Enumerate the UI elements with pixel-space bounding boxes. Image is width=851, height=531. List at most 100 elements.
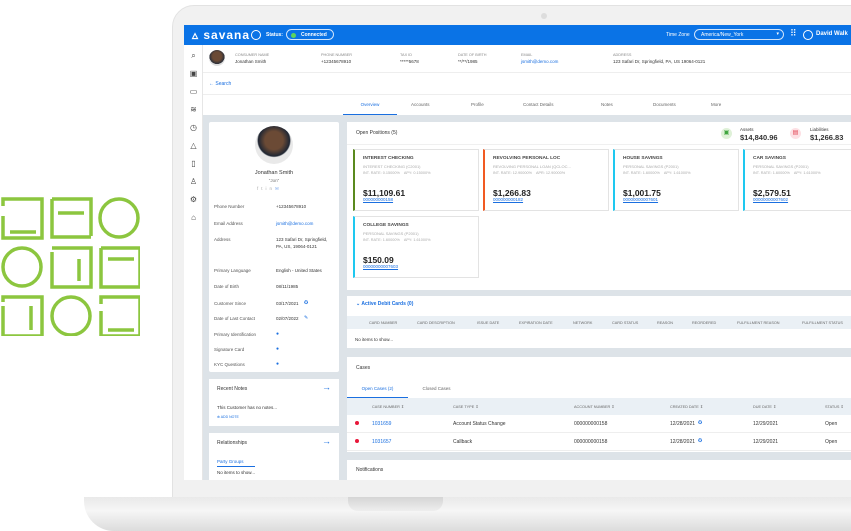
edit-icon[interactable]: ✎ — [304, 315, 308, 321]
cell[interactable]: 1031659 — [372, 421, 391, 427]
tab-contact-details[interactable]: Contact Details — [523, 102, 571, 115]
tab-open-cases[interactable]: Open Cases (2) — [347, 378, 408, 398]
column-header[interactable]: CARD NUMBER — [369, 321, 397, 325]
notes-empty-text: This Customer has no notes... — [217, 405, 278, 410]
account-number-link[interactable]: 00000000007602 — [753, 197, 788, 202]
headset-icon[interactable] — [251, 30, 261, 40]
column-header[interactable]: REASON — [657, 321, 673, 325]
column-header[interactable]: CREATED DATE ⇕ — [670, 404, 703, 409]
divider — [347, 144, 851, 145]
detail-label: Primary Language — [214, 268, 251, 273]
priority-dot-icon — [355, 421, 359, 425]
info-icon[interactable] — [803, 30, 813, 40]
column-header[interactable]: ACCOUNT NUMBER ⇕ — [574, 404, 614, 409]
open-positions-panel: Open Positions (5) ▣ Assets $14,840.96 ▤… — [347, 122, 851, 290]
email-icon[interactable]: ✉ — [275, 186, 282, 191]
view-icon[interactable]: ● — [276, 361, 279, 367]
apps-grid-icon[interactable]: ⠿ — [790, 29, 797, 38]
account-title: CAR SAVINGS — [753, 156, 786, 161]
column-header[interactable]: STATUS ⇕ — [825, 404, 844, 409]
linkedin-icon[interactable]: in — [266, 186, 276, 191]
app-screen: ▵ savana Status: Connected Time Zone Ame… — [184, 25, 851, 480]
timezone-select[interactable]: America/New_York ▾ — [694, 29, 784, 40]
column-header[interactable]: CASE TYPE ⇕ — [453, 404, 479, 409]
arrow-right-icon[interactable]: → — [322, 436, 331, 446]
recent-notes-title: Recent Notes — [217, 386, 248, 392]
detail-value[interactable]: jsmith@demo.com — [276, 221, 332, 228]
column-header[interactable]: CARD DESCRIPTION — [417, 321, 455, 325]
gear-icon[interactable]: ⚙ — [188, 195, 199, 204]
tab-party-groups[interactable]: Party Groups — [217, 459, 255, 467]
tab-closed-cases[interactable]: Closed Cases — [409, 378, 464, 398]
account-title: COLLEGE SAVINGS — [363, 223, 409, 228]
account-number-link[interactable]: 00000000007601 — [623, 197, 658, 202]
detail-value: 08/11/1985 — [276, 284, 299, 289]
brand-pattern-graphic — [1, 197, 140, 336]
column-header[interactable]: ISSUE DATE — [477, 321, 499, 325]
tab-overview[interactable]: Overview — [343, 102, 397, 115]
clipboard-icon[interactable]: ▯ — [188, 159, 199, 168]
debit-empty-text: No items to show... — [355, 337, 394, 342]
column-header[interactable]: FULFILLMENT REASON — [737, 321, 780, 325]
cases-table-header: CASE NUMBER ⇕ CASE TYPE ⇕ ACCOUNT NUMBER ⇕… — [347, 398, 851, 415]
account-number-link[interactable]: 000000000182 — [493, 197, 523, 202]
arrow-right-icon[interactable]: → — [322, 382, 331, 392]
status-dot-icon — [291, 33, 296, 38]
detail-value: 123 Safari Dr, Springfield, PA, US, 1906… — [276, 237, 328, 249]
sort-icon: ⇕ — [611, 405, 615, 409]
column-header[interactable]: FULFILLMENT STATUS — [802, 321, 843, 325]
column-header[interactable]: EXPIRATION DATE — [519, 321, 553, 325]
cell: Callback — [453, 439, 473, 445]
timezone-label: Time Zone — [666, 32, 690, 38]
user-name[interactable]: David Walk — [816, 31, 848, 37]
tab-accounts[interactable]: Accounts — [411, 102, 459, 115]
column-header[interactable]: DUE DATE ⇕ — [753, 404, 776, 409]
cell: 12/29/2021 — [753, 439, 779, 445]
back-to-search-link[interactable]: ← Search — [209, 81, 231, 87]
avatar — [209, 50, 225, 66]
detail-label: KYC Questions — [214, 362, 245, 367]
tab-notes[interactable]: Notes — [601, 102, 649, 115]
user-icon[interactable]: ♙ — [188, 177, 199, 186]
account-card[interactable]: INTEREST CHECKING INTEREST CHECKING (C20… — [353, 149, 479, 211]
account-number-link[interactable]: 000000000158 — [363, 197, 393, 202]
status-badge[interactable]: Connected — [286, 29, 334, 40]
account-card[interactable]: REVOLVING PERSONAL LOC REVOLVING PERSONA… — [483, 149, 609, 211]
debit-cards-toggle[interactable]: ⌄ Active Debit Cards (0) — [356, 301, 413, 307]
tab-documents[interactable]: Documents — [653, 102, 701, 115]
customer-field-value[interactable]: jsmith@demo.com — [521, 59, 558, 64]
info-icon[interactable]: ✪ — [304, 300, 308, 306]
account-card[interactable]: HOUSE SAVINGS PERSONAL SAVINGS (P2001) I… — [613, 149, 739, 211]
recent-notes-card: Recent Notes → This Customer has no note… — [209, 379, 339, 426]
folder-icon[interactable]: ▭ — [188, 87, 199, 96]
column-header[interactable]: NETWORK — [573, 321, 592, 325]
layers-icon[interactable]: ≋ — [188, 105, 199, 114]
social-icons: ftin✉ — [257, 186, 282, 192]
clock-icon[interactable]: ◷ — [188, 123, 199, 132]
bank-icon[interactable]: ⌂ — [188, 213, 199, 222]
column-header[interactable]: REORDERED — [692, 321, 716, 325]
view-icon[interactable]: ● — [276, 346, 279, 352]
account-number-link[interactable]: 00000000007603 — [363, 264, 398, 269]
cell: Open — [825, 421, 838, 427]
profile-photo — [255, 126, 293, 164]
warning-icon[interactable]: △ — [188, 141, 199, 150]
cell[interactable]: 1031657 — [372, 439, 391, 445]
briefcase-icon[interactable]: ▣ — [188, 69, 199, 78]
account-card[interactable]: COLLEGE SAVINGS PERSONAL SAVINGS (P2001)… — [353, 216, 479, 278]
customer-bar: CONSUMER NAME Jonathan Smith PHONE NUMBER… — [203, 45, 851, 73]
tab-more[interactable]: More — [711, 102, 759, 115]
search-icon[interactable]: ⌕ — [188, 51, 199, 61]
customer-field-value: **/**/1985 — [458, 59, 478, 64]
add-note-button[interactable]: ⊕ ADD NOTE — [217, 415, 239, 419]
tab-profile[interactable]: Profile — [471, 102, 519, 115]
column-header[interactable]: CARD STATUS — [612, 321, 638, 325]
column-header[interactable]: CASE NUMBER ⇕ — [372, 404, 404, 409]
detail-label: Primary Identification — [214, 332, 257, 337]
view-icon[interactable]: ● — [276, 331, 279, 337]
assets-label: Assets — [740, 127, 754, 132]
info-icon[interactable]: ✪ — [698, 420, 702, 426]
info-icon[interactable]: ✪ — [698, 438, 702, 444]
open-positions-title: Open Positions (5) — [356, 130, 398, 136]
account-card[interactable]: CAR SAVINGS PERSONAL SAVINGS (P2001) INT… — [743, 149, 851, 211]
